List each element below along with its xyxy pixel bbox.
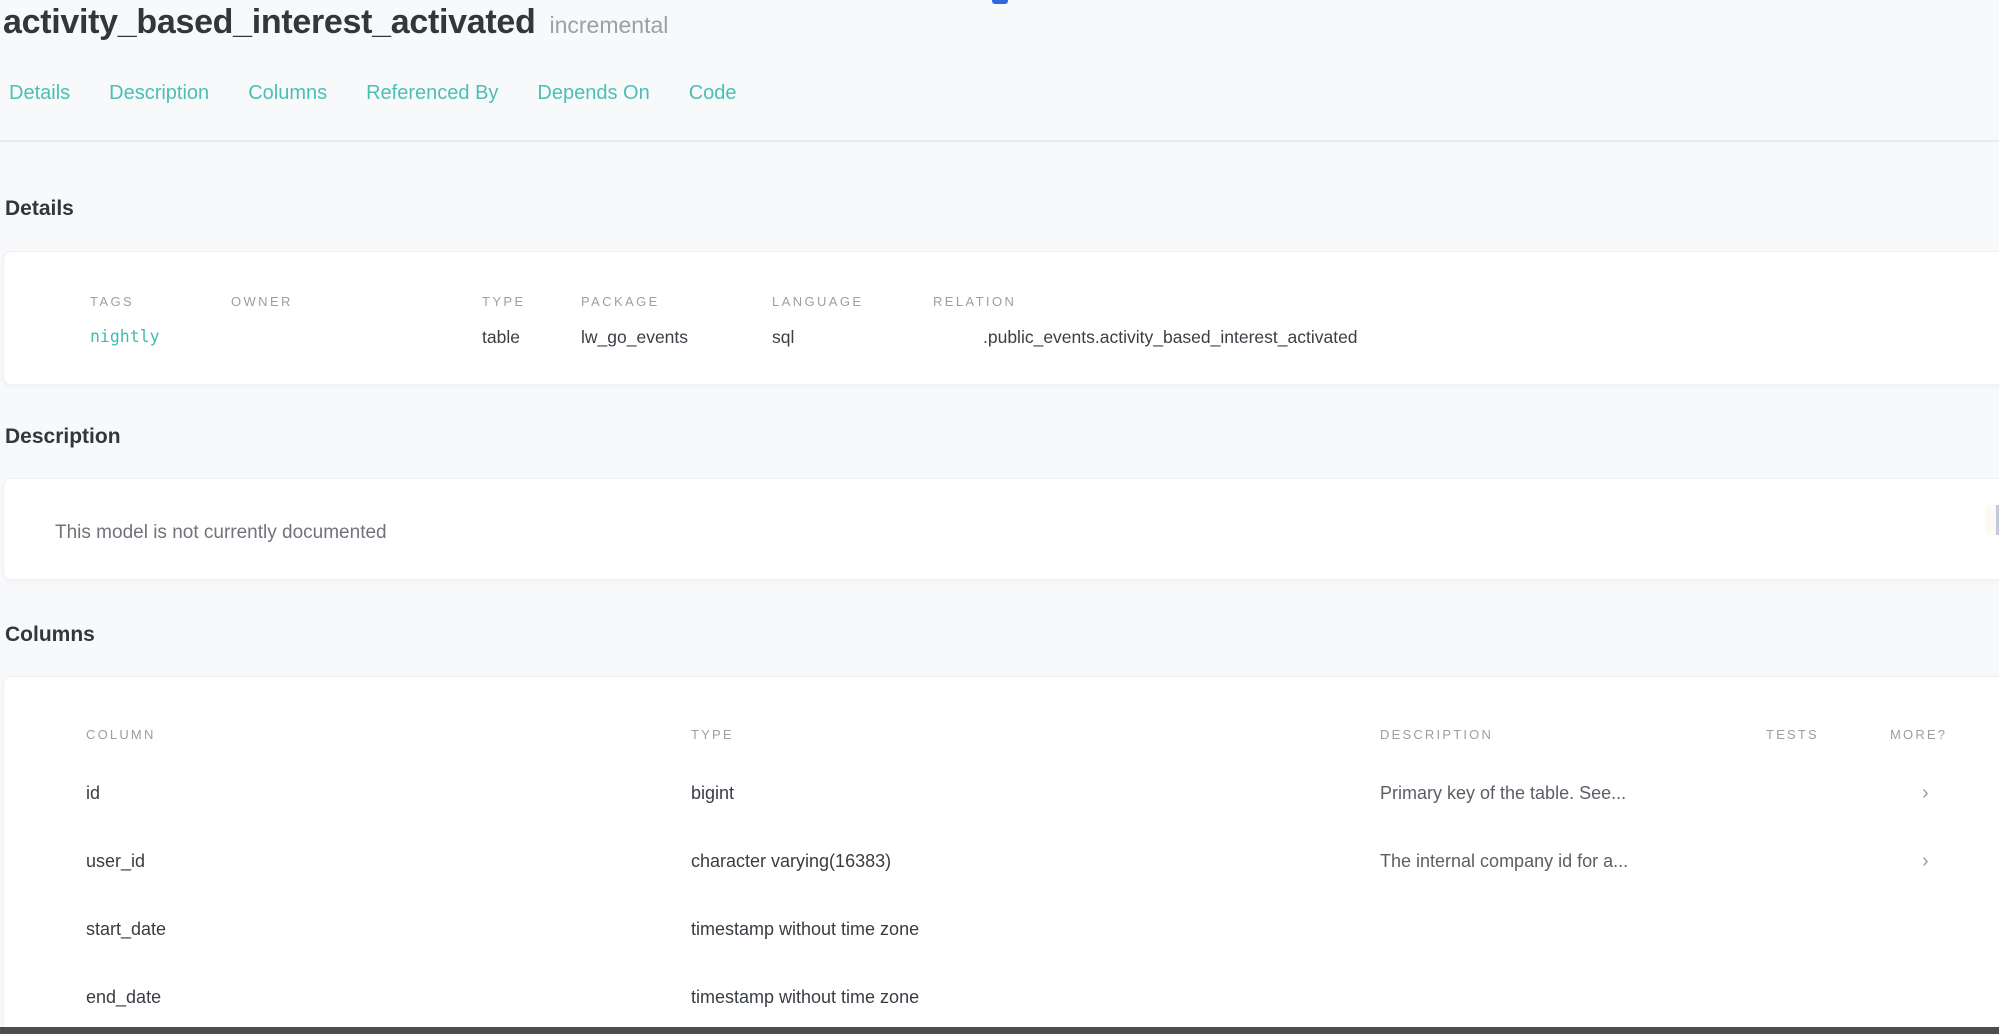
tab-code[interactable]: Code — [689, 82, 737, 105]
columns-table: COLUMN TYPE DESCRIPTION TESTS MORE? id b… — [4, 677, 1999, 1031]
clipped-edge-element — [1985, 505, 1999, 535]
cell-column-name: user_id — [86, 851, 691, 872]
clipped-link-fragment[interactable] — [992, 0, 1008, 4]
page-title: activity_based_interest_activated increme… — [3, 0, 668, 47]
tab-columns[interactable]: Columns — [248, 82, 327, 105]
details-fields: TAGS nightly OWNER TYPE table PACKAGE lw… — [4, 252, 1999, 348]
field-label-owner: OWNER — [231, 294, 482, 310]
cell-column-type: character varying(16383) — [691, 851, 1380, 872]
details-field-type: TYPE table — [482, 294, 581, 348]
table-row-end-date[interactable]: end_date timestamp without time zone — [86, 963, 1999, 1031]
tag-link-nightly[interactable]: nightly — [90, 326, 231, 348]
details-field-owner: OWNER — [231, 294, 482, 348]
table-row-id[interactable]: id bigint Primary key of the table. See.… — [86, 759, 1999, 827]
description-section-heading: Description — [5, 424, 121, 450]
details-field-language: LANGUAGE sql — [772, 294, 933, 348]
header-type: TYPE — [691, 727, 1380, 742]
field-label-tags: TAGS — [90, 294, 231, 310]
tab-depends-on[interactable]: Depends On — [537, 82, 649, 105]
field-value-relation: .public_events.activity_based_interest_a… — [933, 326, 1999, 348]
columns-table-header: COLUMN TYPE DESCRIPTION TESTS MORE? — [86, 717, 1999, 751]
cell-column-type: timestamp without time zone — [691, 919, 1380, 940]
cell-column-type: bigint — [691, 783, 1380, 804]
columns-card: COLUMN TYPE DESCRIPTION TESTS MORE? id b… — [3, 676, 1999, 1034]
header-description: DESCRIPTION — [1380, 727, 1766, 742]
description-placeholder-text: This model is not currently documented — [55, 522, 387, 544]
details-field-tags: TAGS nightly — [90, 294, 231, 348]
tab-bar: Details Description Columns Referenced B… — [9, 82, 737, 105]
tab-referenced-by[interactable]: Referenced By — [366, 82, 498, 105]
details-field-package: PACKAGE lw_go_events — [581, 294, 772, 348]
header-more: MORE? — [1890, 727, 1999, 742]
details-field-relation: RELATION .public_events.activity_based_i… — [933, 294, 1999, 348]
header-divider — [0, 140, 1999, 142]
cell-column-description: The internal company id for a... — [1380, 851, 1766, 872]
materialization-badge: incremental — [550, 12, 669, 38]
field-label-relation: RELATION — [933, 294, 1999, 310]
header-tests: TESTS — [1766, 727, 1890, 742]
cell-column-name: start_date — [86, 919, 691, 940]
field-label-type: TYPE — [482, 294, 581, 310]
tab-description[interactable]: Description — [109, 82, 209, 105]
table-row-start-date[interactable]: start_date timestamp without time zone — [86, 895, 1999, 963]
chevron-right-icon[interactable]: › — [1890, 783, 1999, 803]
cell-column-name: id — [86, 783, 691, 804]
model-name: activity_based_interest_activated — [3, 3, 536, 41]
field-label-package: PACKAGE — [581, 294, 772, 310]
field-value-type: table — [482, 326, 581, 348]
field-value-language: sql — [772, 326, 933, 348]
details-section-heading: Details — [5, 196, 74, 222]
columns-section-heading: Columns — [5, 622, 95, 648]
field-label-language: LANGUAGE — [772, 294, 933, 310]
tab-details[interactable]: Details — [9, 82, 70, 105]
cell-column-description: Primary key of the table. See... — [1380, 783, 1766, 804]
field-value-package: lw_go_events — [581, 326, 772, 348]
description-card: This model is not currently documented — [3, 478, 1999, 580]
details-card: TAGS nightly OWNER TYPE table PACKAGE lw… — [3, 251, 1999, 385]
chevron-right-icon[interactable]: › — [1890, 851, 1999, 871]
cell-column-type: timestamp without time zone — [691, 987, 1380, 1008]
bottom-edge-strip — [0, 1027, 1999, 1034]
table-row-user-id[interactable]: user_id character varying(16383) The int… — [86, 827, 1999, 895]
cell-column-name: end_date — [86, 987, 691, 1008]
header-column: COLUMN — [86, 727, 691, 742]
